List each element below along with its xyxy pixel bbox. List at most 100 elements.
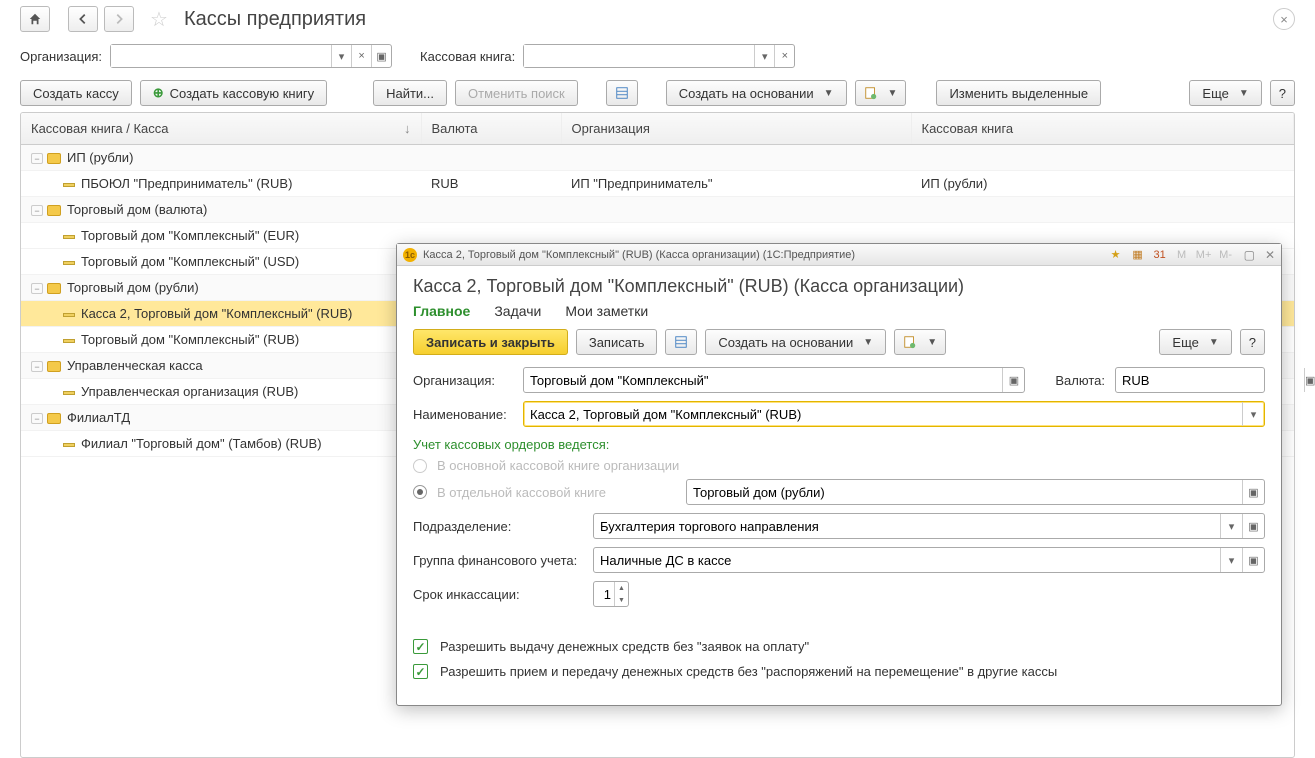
org-field-open[interactable]: ▣ xyxy=(1002,368,1024,392)
dialog-more-button[interactable]: Еще▼ xyxy=(1159,329,1231,355)
tab-notes[interactable]: Мои заметки xyxy=(565,303,648,319)
org-filter-clear[interactable]: × xyxy=(351,45,371,67)
dept-field-input[interactable] xyxy=(594,519,1220,534)
cash-icon xyxy=(63,235,75,239)
create-book-button[interactable]: ⊕Создать кассовую книгу xyxy=(140,80,327,106)
allow-pay-without-request-checkbox[interactable]: ✓ xyxy=(413,639,428,654)
org-filter-input[interactable] xyxy=(111,45,331,67)
write-button[interactable]: Записать xyxy=(576,329,658,355)
org-field-label: Организация: xyxy=(413,373,513,388)
create-cash-button[interactable]: Создать кассу xyxy=(20,80,132,106)
folder-icon xyxy=(47,153,61,164)
spin-down[interactable]: ▼ xyxy=(615,594,628,606)
org-filter-dropdown[interactable]: ▾ xyxy=(331,45,351,67)
currency-field[interactable]: ▣ xyxy=(1115,367,1265,393)
help-button[interactable]: ? xyxy=(1270,80,1295,106)
cash-icon xyxy=(63,261,75,265)
titlebar-m-icon[interactable]: M xyxy=(1174,249,1190,261)
expand-icon[interactable]: − xyxy=(31,361,43,372)
col-cash-book[interactable]: Кассовая книга xyxy=(911,113,1294,145)
arrow-right-icon xyxy=(112,12,126,26)
back-button[interactable] xyxy=(68,6,98,32)
expand-icon[interactable]: − xyxy=(31,283,43,294)
dept-field-open[interactable]: ▣ xyxy=(1242,514,1264,538)
org-filter-combo[interactable]: ▾ × ▣ xyxy=(110,44,392,68)
separate-book-input[interactable] xyxy=(687,485,1242,500)
oneC-icon: 1c xyxy=(403,248,417,262)
home-button[interactable] xyxy=(20,6,50,32)
expand-icon[interactable]: − xyxy=(31,413,43,424)
more-button[interactable]: Еще▼ xyxy=(1189,80,1261,106)
close-page-button[interactable]: × xyxy=(1273,8,1295,30)
currency-field-open[interactable]: ▣ xyxy=(1304,368,1315,392)
radio-separate-book[interactable] xyxy=(413,485,427,499)
fingroup-field-dropdown[interactable]: ▾ xyxy=(1220,548,1242,572)
write-close-button[interactable]: Записать и закрыть xyxy=(413,329,568,355)
titlebar-calendar-icon[interactable]: 31 xyxy=(1152,249,1168,261)
dept-field[interactable]: ▾ ▣ xyxy=(593,513,1265,539)
dialog-list-button[interactable] xyxy=(665,329,697,355)
org-field-input[interactable] xyxy=(524,373,1002,388)
cash-icon xyxy=(63,183,75,187)
separate-book-open[interactable]: ▣ xyxy=(1242,480,1264,504)
change-selected-button[interactable]: Изменить выделенные xyxy=(936,80,1101,106)
fingroup-field-open[interactable]: ▣ xyxy=(1242,548,1264,572)
tab-main[interactable]: Главное xyxy=(413,303,470,319)
dept-field-dropdown[interactable]: ▾ xyxy=(1220,514,1242,538)
org-filter-open[interactable]: ▣ xyxy=(371,45,391,67)
create-based-button[interactable]: Создать на основании▼ xyxy=(666,80,847,106)
currency-field-label: Валюта: xyxy=(1055,373,1105,388)
table-row[interactable]: −ИП (рубли) xyxy=(21,145,1294,171)
table-row[interactable]: −Торговый дом (валюта) xyxy=(21,197,1294,223)
fingroup-field-input[interactable] xyxy=(594,553,1220,568)
separate-book-field[interactable]: ▣ xyxy=(686,479,1265,505)
cash-icon xyxy=(63,443,75,447)
radio-separate-book-label: В отдельной кассовой книге xyxy=(437,485,606,500)
list-view-button[interactable] xyxy=(606,80,638,106)
cancel-search-button[interactable]: Отменить поиск xyxy=(455,80,578,106)
fingroup-field[interactable]: ▾ ▣ xyxy=(593,547,1265,573)
collection-input[interactable] xyxy=(594,587,614,602)
titlebar-mminus-icon[interactable]: M- xyxy=(1218,249,1234,261)
filter-row: Организация: ▾ × ▣ Кассовая книга: ▾ × xyxy=(0,38,1315,74)
col-currency[interactable]: Валюта xyxy=(421,113,561,145)
dialog-heading: Касса 2, Торговый дом "Комплексный" (RUB… xyxy=(413,276,1265,297)
radio-main-book xyxy=(413,459,427,473)
spin-up[interactable]: ▲ xyxy=(615,582,628,594)
window-close-icon[interactable]: ✕ xyxy=(1265,248,1275,262)
favorite-star-icon[interactable]: ☆ xyxy=(150,7,168,32)
reports-button[interactable]: ▼ xyxy=(855,80,907,106)
book-filter-dropdown[interactable]: ▾ xyxy=(754,45,774,67)
dialog-help-button[interactable]: ? xyxy=(1240,329,1265,355)
org-field[interactable]: ▣ xyxy=(523,367,1025,393)
tab-tasks[interactable]: Задачи xyxy=(494,303,541,319)
allow-transfer-without-order-checkbox[interactable]: ✓ xyxy=(413,664,428,679)
currency-field-input[interactable] xyxy=(1116,373,1304,388)
report-icon xyxy=(903,335,917,349)
forward-button[interactable] xyxy=(104,6,134,32)
list-icon xyxy=(615,86,629,100)
orders-section-label: Учет кассовых ордеров ведется: xyxy=(413,437,1265,452)
expand-icon[interactable]: − xyxy=(31,153,43,164)
titlebar-mplus-icon[interactable]: M+ xyxy=(1196,249,1212,261)
book-filter-label: Кассовая книга: xyxy=(420,49,515,64)
folder-icon xyxy=(47,283,61,294)
collection-spinbox[interactable]: ▲▼ xyxy=(593,581,629,607)
col-organization[interactable]: Организация xyxy=(561,113,911,145)
col-book-cash[interactable]: Кассовая книга / Касса↓ xyxy=(21,113,421,145)
book-filter-combo[interactable]: ▾ × xyxy=(523,44,795,68)
dialog-create-based-button[interactable]: Создать на основании▼ xyxy=(705,329,886,355)
expand-icon[interactable]: − xyxy=(31,205,43,216)
dialog-reports-button[interactable]: ▼ xyxy=(894,329,946,355)
table-row[interactable]: ПБОЮЛ "Предприниматель" (RUB)RUBИП "Пред… xyxy=(21,171,1294,197)
name-field-input[interactable] xyxy=(524,407,1242,422)
name-field[interactable]: ▾ xyxy=(523,401,1265,427)
name-field-dropdown[interactable]: ▾ xyxy=(1242,402,1264,426)
titlebar-favorite-icon[interactable]: ★ xyxy=(1108,248,1124,261)
window-minimize-icon[interactable]: ▢ xyxy=(1244,248,1255,262)
cash-icon xyxy=(63,339,75,343)
find-button[interactable]: Найти... xyxy=(373,80,447,106)
book-filter-input[interactable] xyxy=(524,45,754,67)
titlebar-calc-icon[interactable]: ▦ xyxy=(1130,248,1146,261)
book-filter-clear[interactable]: × xyxy=(774,45,794,67)
